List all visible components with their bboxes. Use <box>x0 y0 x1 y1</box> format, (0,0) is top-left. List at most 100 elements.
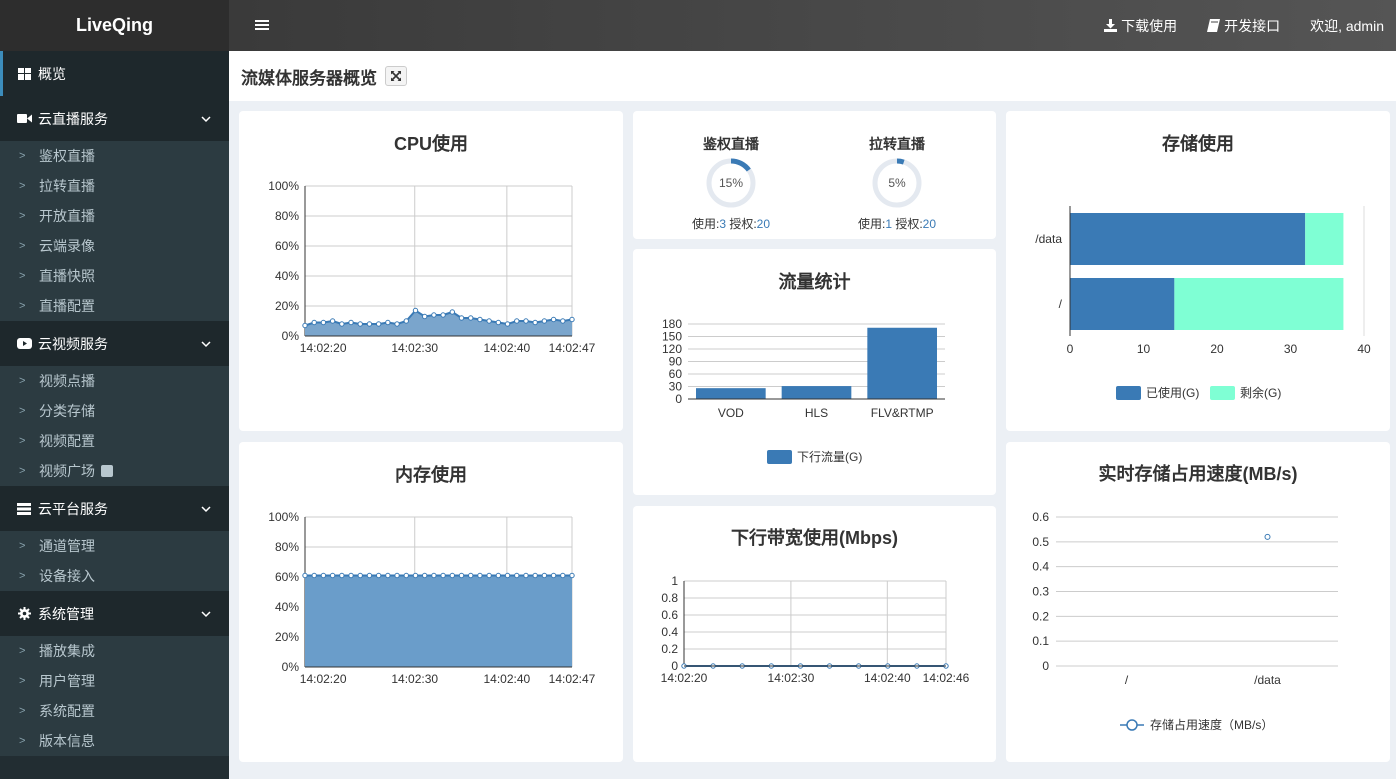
x-tick-label: 20 <box>1210 342 1224 356</box>
chevron-right-icon: > <box>19 405 26 417</box>
sidebar-group-video[interactable]: 云视频服务 <box>0 321 229 366</box>
sidebar-item-label: 用户管理 <box>39 673 95 689</box>
legend-label: 存储占用速度（MB/s） <box>1150 717 1273 732</box>
data-point <box>339 321 345 327</box>
y-tick-label: 0 <box>1042 659 1049 673</box>
sidebar-item-label: 通道管理 <box>39 538 95 554</box>
y-tick-label: /data <box>1035 232 1062 246</box>
sidebar-item-category-storage[interactable]: > 分类存储 <box>0 396 229 426</box>
gauge-usage-part: 20 <box>757 217 771 231</box>
sidebar-item-user-manage[interactable]: > 用户管理 <box>0 666 229 696</box>
x-tick-label: 10 <box>1137 342 1151 356</box>
y-tick-label: 0.1 <box>1032 634 1049 648</box>
data-point <box>329 572 336 579</box>
data-point <box>495 319 502 326</box>
sidebar-group-platform[interactable]: 云平台服务 <box>0 486 229 531</box>
legend-marker <box>1126 719 1138 731</box>
data-point <box>412 307 419 314</box>
sidebar-item-label: 开放直播 <box>39 208 95 224</box>
sidebar-item-label: 概览 <box>38 65 66 82</box>
x-tick-label: 0 <box>1067 342 1074 356</box>
speed-chart: 0.6 0.5 0.4 0.3 0.2 0.1 0 / /data 存储占用速度（MB/s） <box>1032 510 1338 732</box>
y-tick-label: 100% <box>268 510 299 524</box>
sidebar-item-live-config[interactable]: > 直播配置 <box>0 291 229 321</box>
sidebar-group-label: 云直播服务 <box>38 110 108 127</box>
sidebar-item-label: 直播快照 <box>39 268 95 284</box>
chevron-right-icon: > <box>19 645 26 657</box>
sidebar-group-live[interactable]: 云直播服务 <box>0 96 229 141</box>
sidebar-item-system-config[interactable]: > 系统配置 <box>0 696 229 726</box>
download-link[interactable]: 下载使用 <box>1104 16 1177 36</box>
data-point <box>449 309 456 315</box>
data-point <box>532 572 538 579</box>
data-point <box>495 572 502 579</box>
y-tick-label: 20% <box>275 299 299 313</box>
legend-label: 下行流量(G) <box>797 450 862 464</box>
sidebar-item-channel-manage[interactable]: > 通道管理 <box>0 531 229 561</box>
data-point <box>357 572 363 579</box>
data-point <box>468 572 474 579</box>
sidebar-item-live-snapshot[interactable]: > 直播快照 <box>0 261 229 291</box>
x-tick-label: 14:02:30 <box>391 672 438 686</box>
app-logo[interactable]: LiveQing <box>0 0 229 51</box>
data-point <box>403 572 409 579</box>
sidebar-item-video-config[interactable]: > 视频配置 <box>0 426 229 456</box>
sidebar-item-play-integration[interactable]: > 播放集成 <box>0 636 229 666</box>
x-tick-label: 14:02:30 <box>768 671 815 685</box>
data-point <box>366 572 373 579</box>
sidebar-item-video-plaza[interactable]: > 视频广场 <box>0 456 229 486</box>
expand-icon <box>391 71 401 81</box>
bar <box>867 327 937 399</box>
page-title: 流媒体服务器概览 <box>241 68 377 88</box>
sidebar-group-label: 系统管理 <box>38 605 94 622</box>
chevron-right-icon: > <box>19 465 26 477</box>
x-tick-label: 14:02:20 <box>300 672 347 686</box>
sidebar-item-vod[interactable]: > 视频点播 <box>0 366 229 396</box>
hamburger-menu-icon[interactable] <box>241 15 283 36</box>
bar <box>696 388 766 399</box>
data-point <box>569 316 575 323</box>
data-point <box>541 318 548 324</box>
data-point <box>440 572 446 579</box>
dev-api-link[interactable]: 开发接口 <box>1207 16 1280 36</box>
x-tick-label: FLV&RTMP <box>871 406 934 420</box>
youtube-play-icon <box>16 338 32 349</box>
bandwidth-chart: 10.80.60.40.2014:02:20 14:02:30 14:02:40 14… <box>661 574 970 685</box>
gauge-usage-part: 使用: <box>692 216 719 231</box>
fullscreen-button[interactable] <box>385 66 407 86</box>
x-tick-label: 30 <box>1284 342 1298 356</box>
sidebar-item-label: 设备接入 <box>39 568 95 584</box>
chevron-down-icon <box>201 110 211 126</box>
sidebar-item-pull-live[interactable]: > 拉转直播 <box>0 171 229 201</box>
sidebar-item-device-access[interactable]: > 设备接入 <box>0 561 229 591</box>
chevron-right-icon: > <box>19 270 26 282</box>
chevron-right-icon: > <box>19 570 26 582</box>
gauge-percent: 15% <box>719 176 743 190</box>
chevron-right-icon: > <box>19 435 26 447</box>
data-point <box>403 318 409 324</box>
chevron-right-icon: > <box>19 540 26 552</box>
sidebar-item-overview[interactable]: 概览 <box>0 51 229 96</box>
user-welcome[interactable]: 欢迎, admin <box>1310 16 1384 36</box>
sidebar-item-label: 视频点播 <box>39 373 95 389</box>
sidebar-item-label: 鉴权直播 <box>39 148 95 164</box>
data-point <box>431 312 437 318</box>
y-tick-label: 20% <box>275 630 299 644</box>
memory-card: 内存使用 100% 80% 60% 40% 20% 0% 14:02:20 14:02:30 1… <box>239 442 623 762</box>
y-tick-label: 0.3 <box>1032 585 1049 599</box>
data-point <box>440 312 446 318</box>
data-point <box>339 572 345 579</box>
sidebar-item-cloud-record[interactable]: > 云端录像 <box>0 231 229 261</box>
sidebar-item-auth-live[interactable]: > 鉴权直播 <box>0 141 229 171</box>
data-point <box>394 572 400 579</box>
y-tick-label: 0.6 <box>1032 510 1049 524</box>
traffic-card: 流量统计 180 150 120 90 60 30 0 VOD HLS FLV&RTMP 下行流量(… <box>633 249 996 495</box>
data-point <box>504 572 511 579</box>
dev-api-label: 开发接口 <box>1224 17 1281 34</box>
sidebar-item-version-info[interactable]: > 版本信息 <box>0 726 229 756</box>
chevron-right-icon: > <box>19 705 26 717</box>
data-point <box>560 572 566 579</box>
sidebar-group-system[interactable]: 系统管理 <box>0 591 229 636</box>
legend-swatch <box>767 450 792 464</box>
sidebar-item-open-live[interactable]: > 开放直播 <box>0 201 229 231</box>
